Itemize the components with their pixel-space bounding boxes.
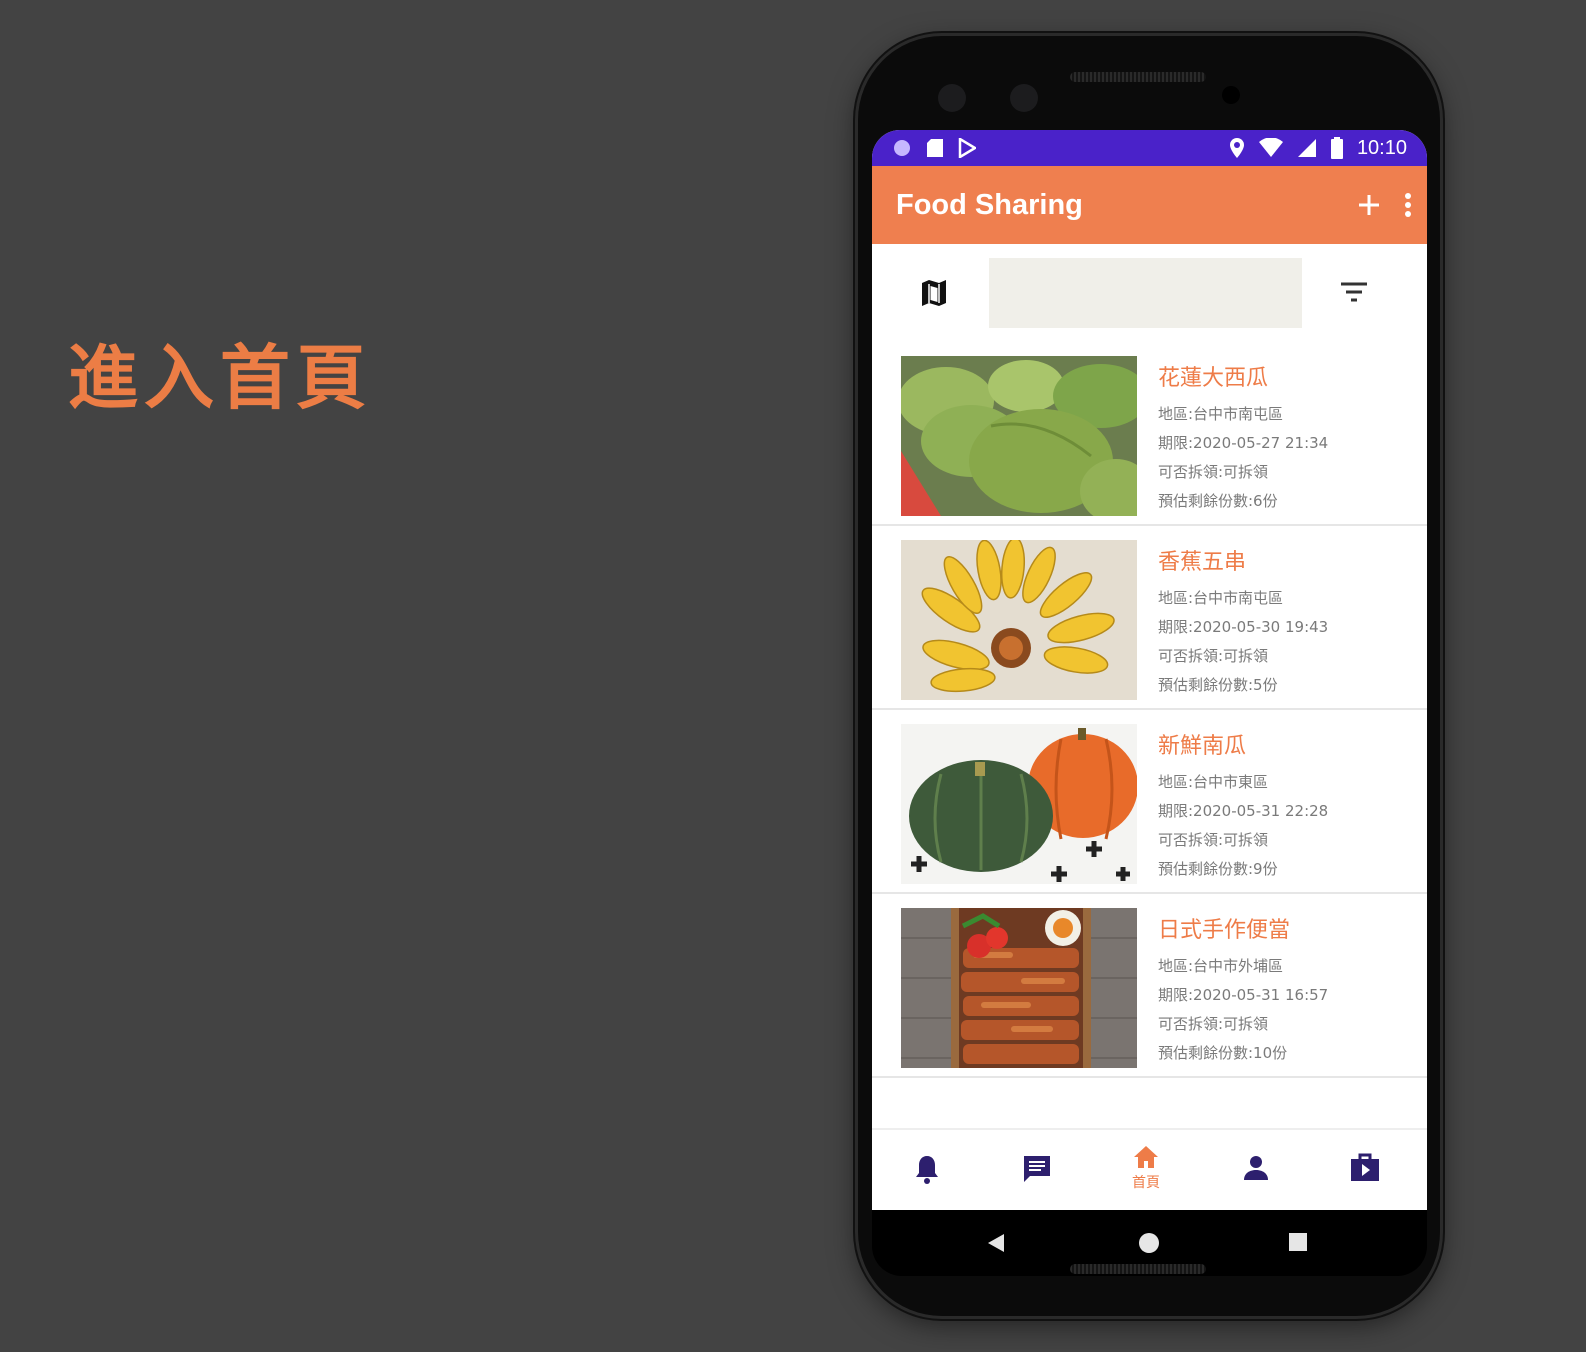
back-button[interactable]: [986, 1232, 1006, 1258]
search-toolbar: [872, 244, 1427, 342]
list-item[interactable]: 日式手作便當 地區:台中市外埔區 期限:2020-05-31 16:57 可否拆…: [872, 894, 1427, 1078]
item-name: 日式手作便當: [1158, 918, 1291, 943]
item-name: 新鮮南瓜: [1158, 734, 1247, 759]
nav-shop[interactable]: [1335, 1152, 1395, 1182]
map-icon: [922, 280, 946, 306]
item-name: 花蓮大西瓜: [1158, 366, 1269, 391]
search-box[interactable]: [989, 258, 1304, 328]
filter-icon: [1341, 282, 1367, 302]
circle-notification-icon: [894, 140, 910, 156]
list-item[interactable]: 花蓮大西瓜 地區:台中市南屯區 期限:2020-05-27 21:34 可否拆領…: [872, 342, 1427, 526]
item-split: 可否拆領:可拆領: [1158, 831, 1269, 849]
plus-icon: [1359, 195, 1379, 215]
message-icon: [1024, 1156, 1050, 1182]
nav-notifications[interactable]: [897, 1154, 957, 1184]
recents-button[interactable]: [1288, 1232, 1308, 1256]
bottom-navigation: 首頁: [872, 1128, 1427, 1210]
item-remaining: 預估剩餘份數:5份: [1158, 676, 1278, 694]
person-icon: [1244, 1156, 1268, 1180]
item-remaining: 預估剩餘份數:6份: [1158, 492, 1278, 510]
list-item[interactable]: 香蕉五串 地區:台中市南屯區 期限:2020-05-30 19:43 可否拆領:…: [872, 526, 1427, 710]
food-list: 花蓮大西瓜 地區:台中市南屯區 期限:2020-05-27 21:34 可否拆領…: [872, 342, 1427, 1078]
nav-messages[interactable]: [1007, 1154, 1067, 1184]
status-bar: 10:10: [872, 130, 1427, 166]
slide-title: 進入首頁: [68, 337, 372, 419]
location-icon: [1229, 138, 1244, 158]
recents-square-icon: [1289, 1233, 1307, 1251]
item-split: 可否拆領:可拆領: [1158, 463, 1269, 481]
item-split: 可否拆領:可拆領: [1158, 647, 1269, 665]
wifi-icon: [1258, 138, 1283, 157]
watermelon-image: [901, 356, 1137, 516]
nav-profile[interactable]: [1226, 1154, 1286, 1182]
front-camera: [1222, 86, 1240, 104]
nav-home-label: 首頁: [1132, 1175, 1160, 1191]
shop-icon: [1351, 1153, 1379, 1181]
item-deadline: 期限:2020-05-31 22:28: [1158, 802, 1329, 820]
item-split: 可否拆領:可拆領: [1158, 1015, 1269, 1033]
item-deadline: 期限:2020-05-27 21:34: [1158, 434, 1329, 452]
signal-icon: [1297, 139, 1316, 157]
add-button[interactable]: [1357, 193, 1381, 217]
bento-image: [901, 908, 1137, 1068]
sd-card-icon: [927, 139, 943, 157]
item-deadline: 期限:2020-05-30 19:43: [1158, 618, 1329, 636]
home-system-button[interactable]: [1138, 1232, 1160, 1258]
front-sensor-right: [1010, 84, 1038, 112]
home-icon: [1134, 1146, 1158, 1168]
bottom-speaker: [1070, 1264, 1206, 1274]
item-name: 香蕉五串: [1158, 550, 1247, 575]
item-region: 地區:台中市東區: [1158, 773, 1269, 791]
item-deadline: 期限:2020-05-31 16:57: [1158, 986, 1329, 1004]
overflow-menu-button[interactable]: [1403, 192, 1413, 218]
filter-button[interactable]: [1340, 282, 1368, 302]
phone-frame: 10:10 Food Sharing 花蓮大西瓜 地區:台中市南屯區 期限:20…: [858, 36, 1440, 1316]
item-region: 地區:台中市南屯區: [1158, 589, 1284, 607]
map-button[interactable]: [920, 278, 948, 308]
status-time: 10:10: [1356, 136, 1407, 159]
home-circle-icon: [1139, 1233, 1159, 1253]
play-store-icon: [958, 138, 976, 158]
front-sensor-left: [938, 84, 966, 112]
app-title: Food Sharing: [896, 188, 1083, 221]
item-region: 地區:台中市南屯區: [1158, 405, 1284, 423]
list-item[interactable]: 新鮮南瓜 地區:台中市東區 期限:2020-05-31 22:28 可否拆領:可…: [872, 710, 1427, 894]
app-bar: Food Sharing: [872, 166, 1427, 244]
battery-icon: [1330, 137, 1343, 159]
item-region: 地區:台中市外埔區: [1158, 957, 1284, 975]
item-remaining: 預估剩餘份數:9份: [1158, 860, 1278, 878]
earpiece-speaker: [1070, 72, 1206, 82]
search-input[interactable]: [1035, 280, 1304, 306]
item-remaining: 預估剩餘份數:10份: [1158, 1044, 1288, 1062]
pumpkin-image: [901, 724, 1137, 884]
bell-icon: [916, 1156, 938, 1184]
nav-home[interactable]: 首頁: [1116, 1144, 1176, 1192]
banana-image: [901, 540, 1137, 700]
more-vert-icon: [1405, 193, 1411, 217]
app-screen: 10:10 Food Sharing 花蓮大西瓜 地區:台中市南屯區 期限:20…: [872, 130, 1427, 1210]
back-triangle-icon: [988, 1234, 1004, 1252]
